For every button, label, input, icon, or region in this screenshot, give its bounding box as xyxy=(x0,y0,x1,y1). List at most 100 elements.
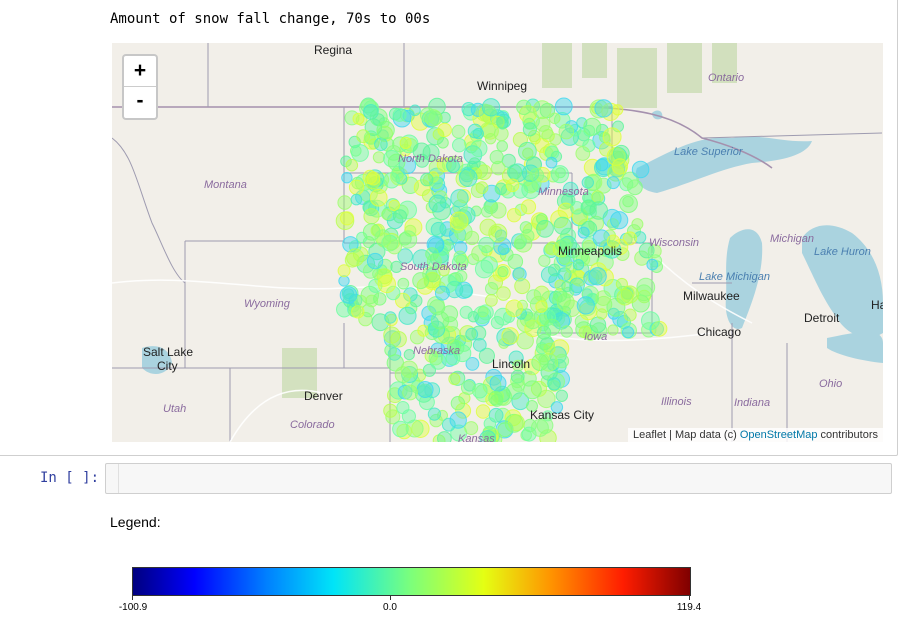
snowfall-marker xyxy=(428,351,443,366)
map-tiles xyxy=(112,43,883,442)
snowfall-marker xyxy=(374,137,388,151)
snowfall-marker xyxy=(646,258,659,271)
cell-prompt: In [ ]: xyxy=(40,470,100,486)
snowfall-marker xyxy=(507,164,523,180)
snowfall-marker xyxy=(373,292,387,306)
snowfall-marker xyxy=(383,403,398,418)
snowfall-marker xyxy=(538,125,553,140)
snowfall-marker xyxy=(434,285,450,301)
snowfall-marker xyxy=(430,221,447,238)
snowfall-marker xyxy=(348,179,365,196)
snowfall-marker xyxy=(477,304,494,321)
snowfall-marker xyxy=(591,190,604,203)
snowfall-marker xyxy=(352,112,365,125)
snowfall-marker xyxy=(623,308,637,322)
snowfall-marker xyxy=(450,396,466,411)
snowfall-marker xyxy=(409,104,421,117)
code-cell-input[interactable] xyxy=(105,463,892,494)
snowfall-marker xyxy=(403,349,415,361)
snowfall-marker xyxy=(470,139,488,158)
snowfall-marker xyxy=(516,99,532,116)
snowfall-marker xyxy=(576,296,595,315)
snowfall-marker xyxy=(459,305,473,319)
snowfall-marker xyxy=(387,153,406,172)
snowfall-marker xyxy=(581,176,594,189)
snowfall-marker xyxy=(420,172,434,187)
snowfall-marker xyxy=(345,158,359,172)
snowfall-marker xyxy=(497,266,509,278)
snowfall-marker xyxy=(577,226,590,239)
snowfall-marker xyxy=(374,229,392,246)
snowfall-marker xyxy=(402,384,419,401)
snowfall-marker xyxy=(575,146,591,161)
snowfall-marker xyxy=(558,238,572,252)
zoom-in-button[interactable]: + xyxy=(124,56,156,86)
snowfall-marker xyxy=(465,327,479,341)
snowfall-marker xyxy=(384,344,397,357)
snowfall-marker xyxy=(536,219,554,238)
colorbar-max-label: 119.4 xyxy=(676,602,702,613)
snowfall-marker xyxy=(372,151,385,164)
snowfall-marker xyxy=(350,193,363,206)
snowfall-marker xyxy=(512,359,525,372)
snowfall-marker xyxy=(479,430,496,442)
colorbar-tick-mid xyxy=(390,596,391,600)
snowfall-marker xyxy=(464,421,479,436)
snowfall-marker xyxy=(392,107,407,122)
snowfall-marker xyxy=(501,327,520,345)
snowfall-marker xyxy=(428,194,447,213)
snowfall-marker xyxy=(489,150,504,165)
snowfall-marker xyxy=(554,97,573,116)
snowfall-marker xyxy=(366,171,381,186)
snowfall-marker xyxy=(452,138,467,153)
snowfall-marker xyxy=(381,208,393,220)
snowfall-marker xyxy=(467,123,483,139)
snowfall-marker xyxy=(392,209,408,224)
openstreetmap-link[interactable]: OpenStreetMap xyxy=(740,429,818,441)
snowfall-marker xyxy=(490,202,507,219)
snowfall-marker xyxy=(449,411,467,429)
snowfall-marker xyxy=(547,377,561,391)
snowfall-marker xyxy=(460,380,476,396)
snowfall-marker xyxy=(451,254,469,271)
snowfall-marker xyxy=(506,208,522,223)
snowfall-marker xyxy=(602,127,622,147)
snowfall-marker xyxy=(451,124,466,139)
snowfall-marker xyxy=(396,401,410,415)
snowfall-marker xyxy=(607,324,619,336)
snowfall-marker xyxy=(526,400,538,412)
output-title: Amount of snow fall change, 70s to 00s xyxy=(110,11,431,27)
snowfall-marker xyxy=(488,390,504,406)
snowfall-marker xyxy=(412,272,430,290)
snowfall-marker xyxy=(494,182,508,196)
snowfall-marker xyxy=(475,404,491,419)
colorbar-tick-min xyxy=(132,596,133,600)
snowfall-marker xyxy=(419,107,436,123)
snowfall-marker xyxy=(344,252,360,268)
snowfall-marker xyxy=(543,318,561,336)
snowfall-marker xyxy=(438,265,450,277)
snowfall-marker xyxy=(337,264,351,278)
snowfall-marker xyxy=(341,172,353,184)
snowfall-marker xyxy=(522,122,537,137)
snowfall-marker xyxy=(496,286,511,301)
snowfall-marker xyxy=(412,142,431,161)
snowfall-marker xyxy=(532,100,552,120)
snowfall-marker xyxy=(583,117,602,136)
leaflet-map[interactable]: Regina Winnipeg Minneapolis Milwaukee Ch… xyxy=(112,43,883,442)
snowfall-marker xyxy=(376,120,395,140)
snowfall-marker xyxy=(481,98,501,117)
snowfall-marker xyxy=(621,326,635,339)
snowfall-marker xyxy=(641,311,660,331)
colorbar-mid-label: 0.0 xyxy=(383,602,397,613)
snowfall-marker xyxy=(425,247,439,261)
snowfall-marker xyxy=(595,158,609,172)
snowfall-marker xyxy=(384,311,397,324)
snowfall-marker xyxy=(450,189,469,208)
zoom-out-button[interactable]: - xyxy=(124,86,156,116)
snowfall-marker xyxy=(606,234,621,248)
snowfall-marker xyxy=(339,211,355,226)
snowfall-marker xyxy=(417,324,430,337)
snowfall-marker xyxy=(390,260,403,273)
snowfall-marker xyxy=(483,417,497,430)
